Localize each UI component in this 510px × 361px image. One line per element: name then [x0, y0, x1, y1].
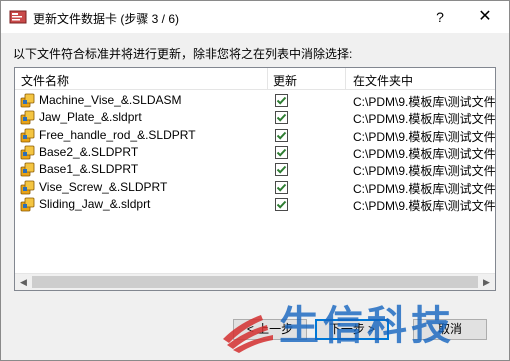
column-header-update[interactable]: 更新 [273, 72, 297, 89]
update-checkbox[interactable] [275, 128, 288, 142]
file-name: Base2_&.SLDPRT [39, 144, 139, 159]
scroll-thumb[interactable] [32, 276, 478, 288]
column-divider[interactable] [345, 68, 346, 90]
file-folder-path: C:\PDM\9.模板库\测试文件 [353, 164, 495, 179]
datacard-app-icon [9, 10, 27, 24]
file-name: Vise_Screw_&.SLDPRT [39, 179, 168, 194]
file-row[interactable]: Base2_&.SLDPRT C:\PDM\9.模板库\测试文件 [15, 144, 495, 161]
file-row[interactable]: Base1_&.SLDPRT C:\PDM\9.模板库\测试文件 [15, 161, 495, 178]
file-row[interactable]: Machine_Vise_&.SLDASM C:\PDM\9.模板库\测试文件 [15, 92, 495, 109]
file-row[interactable]: Vise_Screw_&.SLDPRT C:\PDM\9.模板库\测试文件 [15, 179, 495, 196]
scroll-right-arrow-icon[interactable]: ▶ [478, 274, 495, 290]
list-header: 文件名称 更新 在文件夹中 [15, 68, 495, 90]
scroll-left-arrow-icon[interactable]: ◀ [15, 274, 32, 290]
solidworks-file-icon [20, 145, 35, 160]
next-button[interactable]: 下一步 > [315, 319, 389, 340]
cancel-button[interactable]: 取消 [413, 319, 487, 340]
update-datacard-dialog: 更新文件数据卡 (步骤 3 / 6) ? ✕ 以下文件符合标准并将进行更新，除非… [0, 0, 510, 361]
update-checkbox[interactable] [275, 163, 288, 177]
title-bar: 更新文件数据卡 (步骤 3 / 6) ? ✕ [1, 1, 509, 33]
file-row[interactable]: Free_handle_rod_&.SLDPRT C:\PDM\9.模板库\测试文… [15, 127, 495, 144]
solidworks-file-icon [20, 180, 35, 194]
solidworks-file-icon [20, 110, 35, 125]
solidworks-file-icon [20, 93, 35, 108]
column-divider[interactable] [267, 68, 268, 90]
instruction-text: 以下文件符合标准并将进行更新，除非您将之在列表中消除选择: [13, 47, 353, 61]
update-checkbox[interactable] [275, 94, 288, 107]
file-folder-path: C:\PDM\9.模板库\测试文件 [353, 146, 495, 161]
horizontal-scrollbar[interactable]: ◀ ▶ [15, 273, 495, 290]
file-name: Sliding_Jaw_&.sldprt [39, 196, 151, 211]
file-name: Base1_&.SLDPRT [39, 162, 139, 177]
file-folder-path: C:\PDM\9.模板库\测试文件 [353, 181, 495, 196]
solidworks-file-icon [20, 128, 35, 142]
window-title: 更新文件数据卡 (步骤 3 / 6) [33, 12, 180, 26]
update-checkbox[interactable] [275, 145, 288, 159]
column-header-folder[interactable]: 在文件夹中 [353, 72, 413, 89]
file-name: Machine_Vise_&.SLDASM [39, 93, 182, 107]
update-checkbox[interactable] [275, 180, 288, 194]
file-name: Jaw_Plate_&.sldprt [39, 110, 142, 125]
update-checkbox[interactable] [275, 111, 288, 125]
help-button[interactable]: ? [423, 3, 457, 31]
file-name: Free_handle_rod_&.SLDPRT [39, 127, 196, 142]
file-folder-path: C:\PDM\9.模板库\测试文件 [353, 129, 495, 144]
close-button[interactable]: ✕ [465, 3, 505, 31]
column-header-name[interactable]: 文件名称 [21, 72, 69, 89]
solidworks-file-icon [20, 197, 35, 212]
file-folder-path: C:\PDM\9.模板库\测试文件 [353, 112, 495, 127]
update-checkbox[interactable] [275, 197, 288, 211]
file-folder-path: C:\PDM\9.模板库\测试文件 [353, 95, 495, 109]
solidworks-file-icon [20, 162, 35, 177]
file-list[interactable]: 文件名称 更新 在文件夹中 Machine_Vise_&.SLDASM C:\PD… [14, 67, 496, 291]
file-row[interactable]: Jaw_Plate_&.sldprt C:\PDM\9.模板库\测试文件 [15, 109, 495, 126]
back-button[interactable]: < 上一步 [233, 319, 307, 340]
file-row[interactable]: Sliding_Jaw_&.sldprt C:\PDM\9.模板库\测试文件 [15, 196, 495, 213]
file-folder-path: C:\PDM\9.模板库\测试文件 [353, 198, 495, 213]
